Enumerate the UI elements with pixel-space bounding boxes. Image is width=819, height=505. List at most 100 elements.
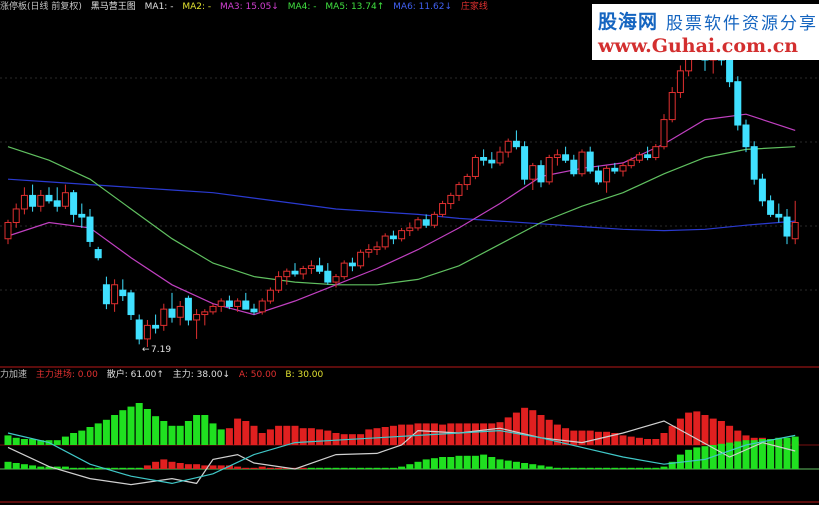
upper-bar-64	[529, 410, 537, 445]
upper-bar-7	[61, 436, 69, 445]
upper-bar-57	[471, 423, 479, 445]
upper-bar-17	[143, 409, 151, 445]
lower-bar-29	[242, 467, 250, 469]
candle-body-18	[152, 324, 160, 329]
candle-body-40	[332, 276, 340, 283]
candle-body-52	[430, 213, 438, 226]
lower-bar-20	[168, 461, 176, 469]
lower-bar-7	[61, 466, 69, 469]
upper-bar-88	[726, 425, 734, 445]
candle-body-4	[37, 194, 45, 207]
candle-body-75	[619, 165, 627, 172]
upper-bar-75	[619, 435, 627, 445]
candle-body-96	[791, 221, 799, 240]
lower-bar-41	[340, 467, 348, 469]
candle-body-27	[225, 300, 233, 307]
ma5-readout: MA5: 13.74↑	[325, 2, 385, 12]
candle-body-92	[758, 178, 766, 202]
lower-bar-39	[324, 467, 332, 469]
lower-bar-89	[734, 441, 742, 469]
candle-body-71	[586, 151, 594, 172]
lower-bar-22	[184, 464, 192, 469]
candle-body-3	[29, 194, 37, 207]
lower-bar-96	[791, 436, 799, 469]
lower-bar-16	[135, 467, 143, 469]
low-price-arrow: ←	[142, 345, 150, 355]
lower-bar-18	[152, 461, 160, 469]
lower-bar-31	[258, 466, 266, 469]
upper-bar-63	[521, 407, 529, 445]
upper-bar-66	[545, 419, 553, 445]
upper-bar-53	[439, 424, 447, 445]
lower-bar-59	[488, 457, 496, 469]
upper-bar-40	[332, 433, 340, 445]
candle-body-78	[644, 154, 652, 159]
lower-bar-62	[512, 461, 520, 469]
candle-body-1	[12, 208, 20, 223]
lower-bar-54	[447, 457, 455, 469]
lower-bar-44	[365, 467, 373, 469]
sub-chart-header: 力加速 主力进场: 0.00 散户: 61.00↑ 主力: 38.00↓ A: …	[0, 368, 329, 382]
candle-body-43	[357, 251, 365, 267]
lower-bar-37	[307, 467, 315, 469]
candle-body-39	[324, 270, 332, 283]
lower-bar-40	[332, 467, 340, 469]
lower-bar-65	[537, 465, 545, 469]
upper-bar-8	[70, 433, 78, 445]
ma6-readout: MA6: 11.62↓	[393, 2, 452, 12]
lower-bar-68	[562, 467, 570, 469]
b-readout: B: 30.00	[285, 370, 324, 380]
lower-bar-3	[29, 465, 37, 469]
upper-bar-19	[160, 421, 168, 445]
candle-body-79	[652, 146, 660, 159]
watermark-logo: 股海网 股票软件资源分享 www.Guhai.com.cn	[592, 4, 819, 60]
lower-bar-49	[406, 464, 414, 469]
upper-bar-39	[324, 430, 332, 445]
upper-bar-45	[373, 428, 381, 445]
candle-body-13	[111, 284, 119, 305]
candle-body-20	[168, 308, 176, 318]
candle-body-49	[406, 227, 414, 232]
ma4-readout: MA4: -	[287, 2, 317, 12]
lower-bar-70	[578, 467, 586, 469]
candle-body-26	[217, 300, 225, 307]
watermark-brand: 股海网	[598, 11, 659, 33]
upper-bar-49	[406, 424, 414, 445]
candle-body-32	[266, 289, 274, 302]
candle-body-28	[234, 300, 242, 307]
candle-body-55	[455, 184, 463, 196]
lower-bar-19	[160, 459, 168, 469]
sub-indicator-name: 力加速	[0, 370, 28, 380]
candle-body-50	[414, 219, 422, 229]
upper-bar-71	[586, 430, 594, 445]
candle-body-11	[94, 249, 102, 259]
lower-bar-50	[414, 461, 422, 469]
upper-bar-26	[217, 429, 225, 445]
lower-bar-13	[111, 467, 119, 469]
upper-bar-56	[463, 423, 471, 445]
candle-body-45	[373, 246, 381, 251]
candle-body-2	[20, 194, 28, 210]
upper-bar-69	[570, 430, 578, 445]
candle-body-53	[439, 203, 447, 215]
upper-bar-43	[357, 434, 365, 445]
candle-body-69	[570, 159, 578, 175]
candle-body-94	[775, 213, 783, 218]
lower-bar-95	[783, 437, 791, 469]
candle-body-24	[201, 311, 209, 316]
main-chart-header: 涨停板(日线 前复权) 黑马营王图 MA1: - MA2: - MA3: 15.…	[0, 0, 494, 14]
watermark-url: www.Guhai.com.cn	[598, 35, 799, 57]
lower-bar-66	[545, 466, 553, 469]
upper-bar-23	[193, 415, 201, 445]
candle-body-66	[545, 157, 553, 183]
upper-bar-25	[209, 423, 217, 445]
upper-bar-16	[135, 403, 143, 445]
candle-body-67	[553, 154, 561, 159]
lower-bar-2	[20, 464, 28, 469]
candle-body-23	[193, 314, 201, 321]
lower-bar-53	[439, 457, 447, 469]
lower-bar-73	[603, 467, 611, 469]
upper-bar-77	[635, 437, 643, 445]
candle-body-36	[299, 268, 307, 275]
lower-bar-87	[717, 443, 725, 469]
